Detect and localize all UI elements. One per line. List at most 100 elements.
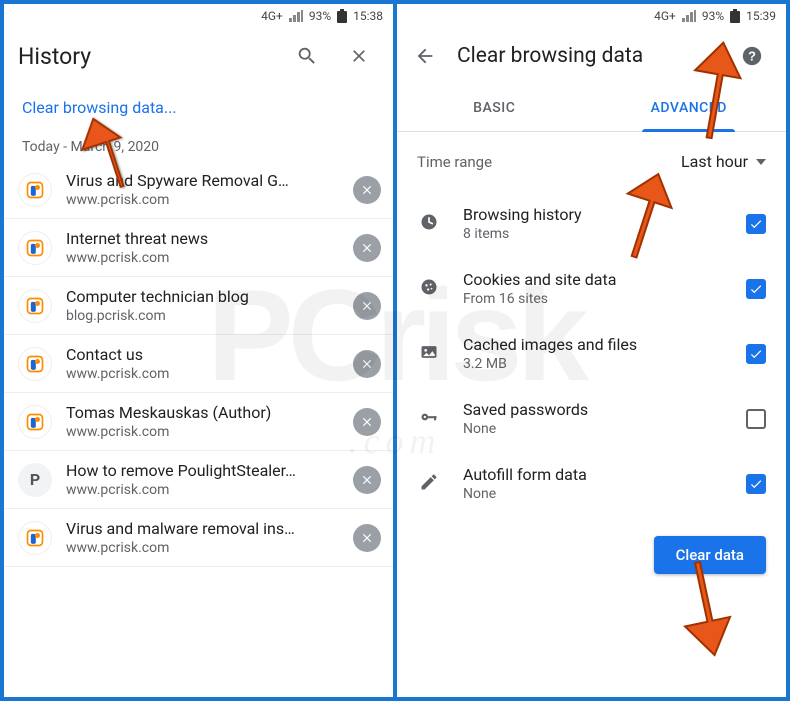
clear-data-item-sub: From 16 sites	[463, 291, 724, 307]
chevron-down-icon	[756, 159, 766, 165]
favicon-letter: P	[18, 463, 52, 497]
favicon-pcrisk	[18, 405, 52, 439]
history-item-title: How to remove PoulightStealer…	[66, 461, 339, 480]
cookie-icon	[417, 277, 441, 301]
page-title: History	[18, 43, 275, 70]
clear-data-item-sub: None	[463, 486, 724, 502]
close-icon	[360, 531, 374, 545]
history-item[interactable]: Tomas Meskauskas (Author) www.pcrisk.com	[4, 393, 393, 450]
clear-data-item-title: Saved passwords	[463, 400, 724, 419]
history-date-header: Today - March 9, 2020	[4, 121, 393, 161]
tab-basic[interactable]: BASIC	[397, 84, 592, 131]
clear-data-item-sub: 3.2 MB	[463, 356, 724, 372]
close-icon	[360, 473, 374, 487]
clear-data-item[interactable]: Browsing history 8 items	[407, 191, 776, 256]
clear-data-item-title: Browsing history	[463, 205, 724, 224]
help-button[interactable]: ?	[732, 36, 772, 76]
close-icon	[360, 183, 374, 197]
history-item-delete[interactable]	[353, 350, 381, 378]
history-item-domain: www.pcrisk.com	[66, 366, 339, 382]
clear-browsing-data-link[interactable]: Clear browsing data...	[4, 84, 393, 121]
status-bar: 4G+ 93% 15:39	[397, 4, 786, 28]
history-item-delete[interactable]	[353, 524, 381, 552]
history-item-title: Internet threat news	[66, 229, 339, 248]
status-time: 15:39	[746, 9, 776, 23]
battery-percent: 93%	[309, 9, 331, 23]
favicon-pcrisk	[18, 231, 52, 265]
history-item-delete[interactable]	[353, 466, 381, 494]
tab-advanced[interactable]: ADVANCED	[592, 84, 787, 131]
favicon-pcrisk	[18, 289, 52, 323]
close-icon	[360, 299, 374, 313]
tabs: BASIC ADVANCED	[397, 84, 786, 132]
back-icon	[414, 45, 436, 67]
history-item-delete[interactable]	[353, 176, 381, 204]
close-icon	[360, 415, 374, 429]
image-icon	[417, 342, 441, 366]
time-range-row[interactable]: Time range Last hour	[397, 132, 786, 181]
close-button[interactable]	[339, 36, 379, 76]
history-item[interactable]: Internet threat news www.pcrisk.com	[4, 219, 393, 276]
history-item-domain: www.pcrisk.com	[66, 424, 339, 440]
network-indicator: 4G+	[654, 9, 676, 23]
close-icon	[360, 241, 374, 255]
history-item-title: Computer technician blog	[66, 287, 339, 306]
back-button[interactable]	[405, 36, 445, 76]
key-icon	[417, 407, 441, 431]
history-item[interactable]: Contact us www.pcrisk.com	[4, 335, 393, 392]
favicon-pcrisk	[18, 521, 52, 555]
history-item[interactable]: Computer technician blogblog.pcrisk.com	[4, 277, 393, 334]
history-item-delete[interactable]	[353, 234, 381, 262]
clear-data-button[interactable]: Clear data	[654, 536, 766, 574]
battery-icon	[337, 9, 347, 23]
favicon-pcrisk	[18, 173, 52, 207]
signal-icon	[682, 10, 696, 22]
history-item-title: Tomas Meskauskas (Author)	[66, 403, 339, 422]
history-item-title: Virus and malware removal ins…	[66, 519, 339, 538]
clear-data-item[interactable]: Cached images and files 3.2 MB	[407, 321, 776, 386]
clear-data-item-title: Cookies and site data	[463, 270, 724, 289]
clear-data-item-sub: 8 items	[463, 226, 724, 242]
clear-data-list: Browsing history 8 items Cookies and site …	[397, 181, 786, 526]
history-item-domain: www.pcrisk.com	[66, 540, 339, 556]
network-indicator: 4G+	[261, 9, 283, 23]
history-item-domain: www.pcrisk.com	[66, 482, 339, 498]
history-item-domain: www.pcrisk.com	[66, 192, 339, 208]
help-icon: ?	[741, 45, 763, 67]
checkbox[interactable]	[746, 214, 766, 234]
clear-data-item-title: Cached images and files	[463, 335, 724, 354]
clear-data-item-title: Autofill form data	[463, 465, 724, 484]
clear-data-header: Clear browsing data ?	[397, 28, 786, 84]
status-time: 15:38	[353, 9, 383, 23]
history-item-domain: www.pcrisk.com	[66, 250, 339, 266]
history-item-delete[interactable]	[353, 292, 381, 320]
signal-icon	[289, 10, 303, 22]
pencil-icon	[417, 472, 441, 496]
battery-icon	[730, 9, 740, 23]
history-item[interactable]: P How to remove PoulightStealer… www.pcris…	[4, 451, 393, 508]
search-icon	[296, 45, 318, 67]
clear-data-item[interactable]: Saved passwords None	[407, 386, 776, 451]
history-item-title: Virus and Spyware Removal G…	[66, 171, 339, 190]
clear-data-item[interactable]: Autofill form data None	[407, 451, 776, 516]
clear-data-item[interactable]: Cookies and site data From 16 sites	[407, 256, 776, 321]
svg-text:?: ?	[748, 49, 756, 64]
checkbox[interactable]	[746, 409, 766, 429]
time-range-label: Time range	[417, 153, 492, 171]
close-icon	[360, 357, 374, 371]
page-title: Clear browsing data	[457, 44, 720, 68]
checkbox[interactable]	[746, 474, 766, 494]
history-item-delete[interactable]	[353, 408, 381, 436]
clear-data-item-sub: None	[463, 421, 724, 437]
search-button[interactable]	[287, 36, 327, 76]
battery-percent: 93%	[702, 9, 724, 23]
history-item[interactable]: Virus and malware removal ins… www.pcrisk…	[4, 509, 393, 566]
close-icon	[349, 46, 369, 66]
checkbox[interactable]	[746, 279, 766, 299]
history-header: History	[4, 28, 393, 84]
time-range-value: Last hour	[681, 152, 748, 171]
checkbox[interactable]	[746, 344, 766, 364]
status-bar: 4G+ 93% 15:38	[4, 4, 393, 28]
history-item[interactable]: Virus and Spyware Removal G… www.pcrisk.c…	[4, 161, 393, 218]
history-item-title: Contact us	[66, 345, 339, 364]
